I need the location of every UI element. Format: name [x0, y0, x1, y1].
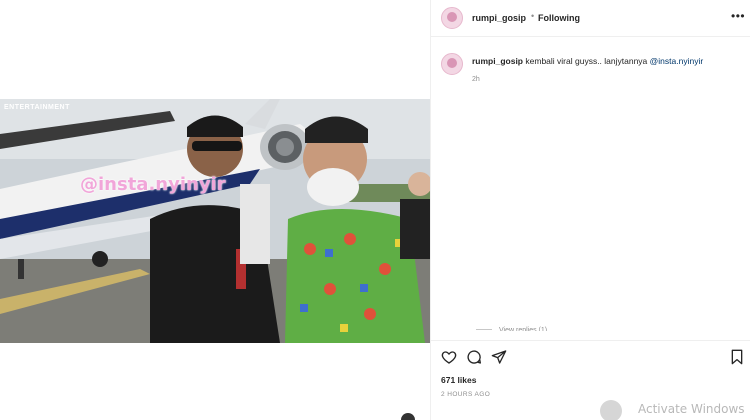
- post-video[interactable]: [0, 99, 430, 343]
- comment-icon[interactable]: [466, 349, 482, 365]
- replies-divider: [476, 329, 492, 330]
- share-icon[interactable]: [491, 349, 507, 365]
- video-overlay-handle: @insta.nyinyir: [80, 174, 226, 195]
- bookmark-icon[interactable]: [729, 349, 745, 365]
- caption-avatar[interactable]: [441, 53, 463, 75]
- media-column: ENTERTAINMENT @insta.nyinyir: [0, 0, 430, 420]
- likes-count[interactable]: 671 likes: [441, 375, 476, 385]
- author-avatar[interactable]: [441, 7, 463, 29]
- windows-activation-icon: [600, 400, 622, 420]
- heart-icon[interactable]: [441, 349, 457, 365]
- caption-timestamp: 2h: [472, 76, 480, 83]
- post-side-panel: rumpi_gosip • Following ••• rumpi_gosip …: [430, 0, 750, 420]
- view-replies-link[interactable]: View replies (1): [499, 326, 547, 331]
- windows-activation-watermark: Activate Windows: [638, 402, 745, 416]
- caption-body: kembali viral guyss.. lanjytannya: [525, 56, 648, 66]
- caption-comment: rumpi_gosip kembali viral guyss.. lanjyt…: [431, 44, 750, 84]
- caption-text: rumpi_gosip kembali viral guyss.. lanjyt…: [472, 56, 742, 67]
- header-separator: •: [531, 11, 535, 21]
- instagram-post: ENTERTAINMENT @insta.nyinyir rumpi_gosip…: [0, 0, 750, 420]
- post-header: rumpi_gosip • Following •••: [431, 0, 750, 37]
- author-username[interactable]: rumpi_gosip: [472, 13, 526, 23]
- caption-username[interactable]: rumpi_gosip: [472, 56, 523, 66]
- more-horizontal-icon[interactable]: •••: [731, 10, 745, 22]
- post-age: 2 HOURS AGO: [441, 391, 491, 398]
- video-brand-watermark: ENTERTAINMENT: [4, 104, 70, 111]
- carousel-indicator-dot: [401, 413, 415, 420]
- post-actions-bar: [431, 340, 750, 370]
- following-button[interactable]: Following: [538, 13, 580, 23]
- video-frame-illustration: [0, 99, 430, 343]
- caption-mention-link[interactable]: @insta.nyinyir: [650, 56, 704, 66]
